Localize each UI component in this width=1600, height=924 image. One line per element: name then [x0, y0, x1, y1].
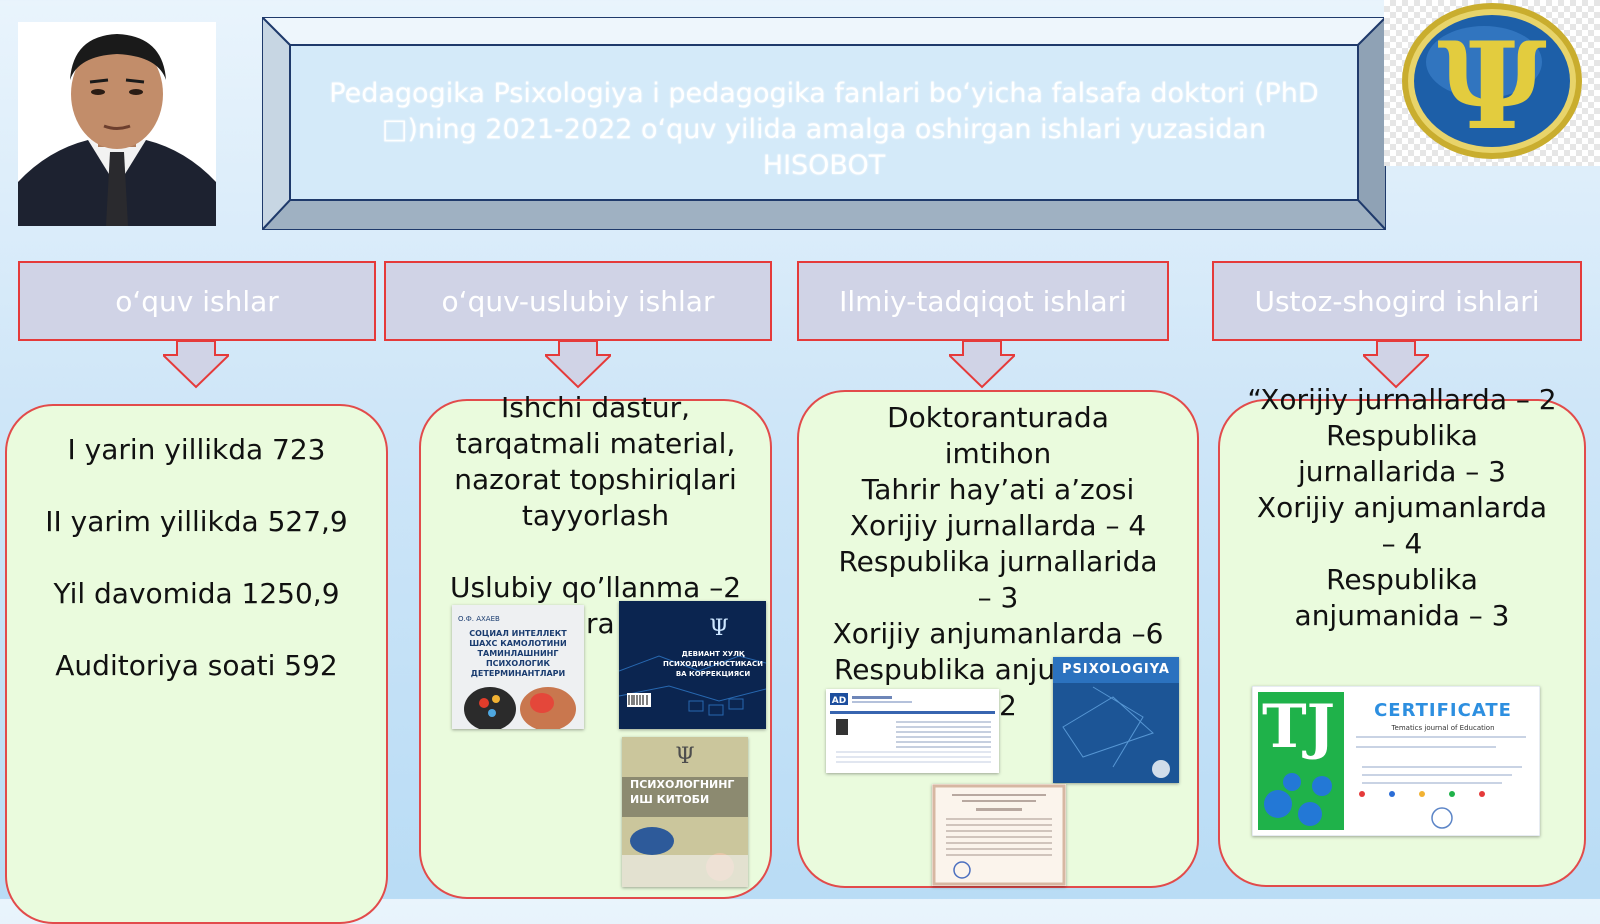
box1-text: I yarin yillikda 723 II yarim yillikda 5…	[5, 414, 388, 702]
book-title: ПСИХОЛОГНИНГ ИШ КИТОБИ	[630, 778, 735, 806]
box3-text: Doktoranturada imtihon Tahrir hay’ati a’…	[797, 400, 1199, 652]
portrait-photo	[18, 22, 216, 226]
psi-small-icon: Ψ	[709, 616, 728, 641]
down-arrow-icon	[949, 341, 1015, 389]
book-cover-image: Ψ ПСИХОЛОГНИНГ ИШ КИТОБИ	[622, 737, 748, 887]
down-arrow-icon	[545, 341, 611, 389]
box3-partial-number: 2	[999, 689, 1017, 722]
box1-line: Yil davomida 1250,9	[53, 577, 340, 610]
psi-small-icon: Ψ	[675, 744, 694, 769]
box2-text: Ishchi dastur, tarqatmali material, nazo…	[419, 390, 772, 606]
certificate-subtitle: Tematics journal of Education	[1391, 724, 1495, 732]
box2-partial-text: ra	[586, 607, 615, 640]
missing-glyph-box: □	[381, 114, 408, 145]
box4-lines: “Xorijiy jurnallarda – 2 Respublika jurn…	[1247, 383, 1557, 632]
book-cover-image: Ψ ДЕВИАНТ ХУЛҚ ПСИХОДИАГНОСТИКАСИ ВА КОР…	[619, 601, 766, 729]
title-line-2: □)ning 2021-2022 o‘quv yilida amalga osh…	[381, 114, 1267, 145]
report-title: Pedagogika Psixologiya i pedagogika fanl…	[298, 65, 1350, 195]
journal-title: PSIXOLOGIYA	[1062, 662, 1170, 677]
box2-lines: Ishchi dastur, tarqatmali material, nazo…	[449, 391, 742, 604]
journal-cover-image: PSIXOLOGIYA	[1053, 657, 1179, 783]
title-frame: Pedagogika Psixologiya i pedagogika fanl…	[262, 17, 1386, 230]
certificate-document-image	[932, 784, 1066, 886]
psi-logo: Ψ	[1384, 0, 1600, 166]
box3-partial-text: Respublika anju	[834, 653, 1056, 686]
category-label: o‘quv ishlar	[115, 284, 279, 318]
certificate-image: TJ CERTIFICATE Tematics journal of Educa…	[1252, 686, 1540, 836]
category-oquv-ishlar: o‘quv ishlar	[18, 261, 376, 341]
category-ilmiy-tadqiqot: Ilmiy-tadqiqot ishlari	[797, 261, 1169, 341]
journal-logo-text: AD	[832, 696, 846, 706]
certificate-logo: TJ	[1262, 692, 1336, 762]
journal-index-document-image: AD	[826, 689, 999, 773]
book-author: О.Ф. АХАЕВ	[458, 615, 500, 623]
category-label: Ustoz-shogird ishlari	[1254, 284, 1540, 318]
book-cover-image: О.Ф. АХАЕВ СОЦИАЛ ИНТЕЛЛЕКТ ШАХС КАМОЛОТ…	[452, 605, 584, 729]
category-label: o‘quv-uslubiy ishlar	[441, 284, 715, 318]
category-oquv-uslubiy: o‘quv-uslubiy ishlar	[384, 261, 772, 341]
category-ustoz-shogird: Ustoz-shogird ishlari	[1212, 261, 1582, 341]
box1-line: I yarin yillikda 723	[67, 433, 326, 466]
down-arrow-icon	[163, 341, 229, 389]
box1-line: Auditoriya soati 592	[55, 649, 338, 682]
psi-symbol-icon: Ψ	[1437, 16, 1547, 157]
title-line-1: Pedagogika Psixologiya i pedagogika fanl…	[329, 78, 1319, 109]
box3-lines: Doktoranturada imtihon Tahrir hay’ati a’…	[832, 401, 1164, 650]
category-label: Ilmiy-tadqiqot ishlari	[839, 284, 1127, 318]
box1-line: II yarim yillikda 527,9	[45, 505, 348, 538]
box4-text: “Xorijiy jurnallarda – 2 Respublika jurn…	[1218, 382, 1586, 634]
certificate-title: CERTIFICATE	[1374, 700, 1512, 721]
title-line-3: HISOBOT	[762, 150, 886, 181]
book-title: ДЕВИАНТ ХУЛҚ ПСИХОДИАГНОСТИКАСИ ВА КОРРЕ…	[663, 650, 763, 678]
